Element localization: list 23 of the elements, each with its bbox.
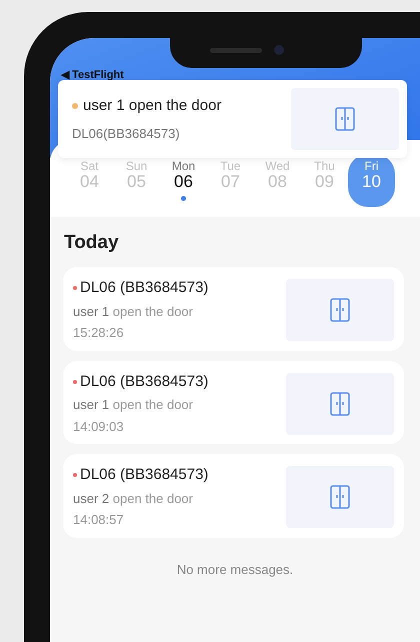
end-of-list-text: No more messages. [176,560,294,579]
event-text: user 1 open the door [73,396,194,414]
calendar-day[interactable]: Mon 06 [160,160,207,207]
message-card[interactable]: DL06 (BB3684573) user 1 open the door 15:28:26 [63,267,404,351]
section-heading: Today [63,230,120,255]
door-icon [335,107,355,131]
event-text: user 2 open the door [73,490,194,508]
notification-title: user 1 open the door [83,97,222,114]
door-icon [330,392,350,416]
event-text: user 1 open the door [73,302,194,321]
back-to-app-link[interactable]: ◀ TestFlight [61,69,124,81]
door-icon [330,485,350,510]
notification-banner[interactable]: user 1 open the door DL06(BB3684573) [58,80,407,158]
device-name: DL06 (BB3684573) [80,372,208,390]
notification-subtitle: DL06(BB3684573) [72,124,181,143]
door-icon [330,298,350,322]
message-card[interactable]: DL06 (BB3684573) user 1 open the door 14:09:03 [63,360,404,444]
event-time: 14:09:03 [73,418,125,436]
event-time: 14:08:57 [73,511,125,530]
device-name: DL06 (BB3684573) [80,466,208,484]
event-time: 15:28:26 [73,324,125,342]
device-name: DL06 (BB3684573) [80,279,208,296]
message-card[interactable]: DL06 (BB3684573) user 2 open the door 14:08:57 [63,454,404,538]
